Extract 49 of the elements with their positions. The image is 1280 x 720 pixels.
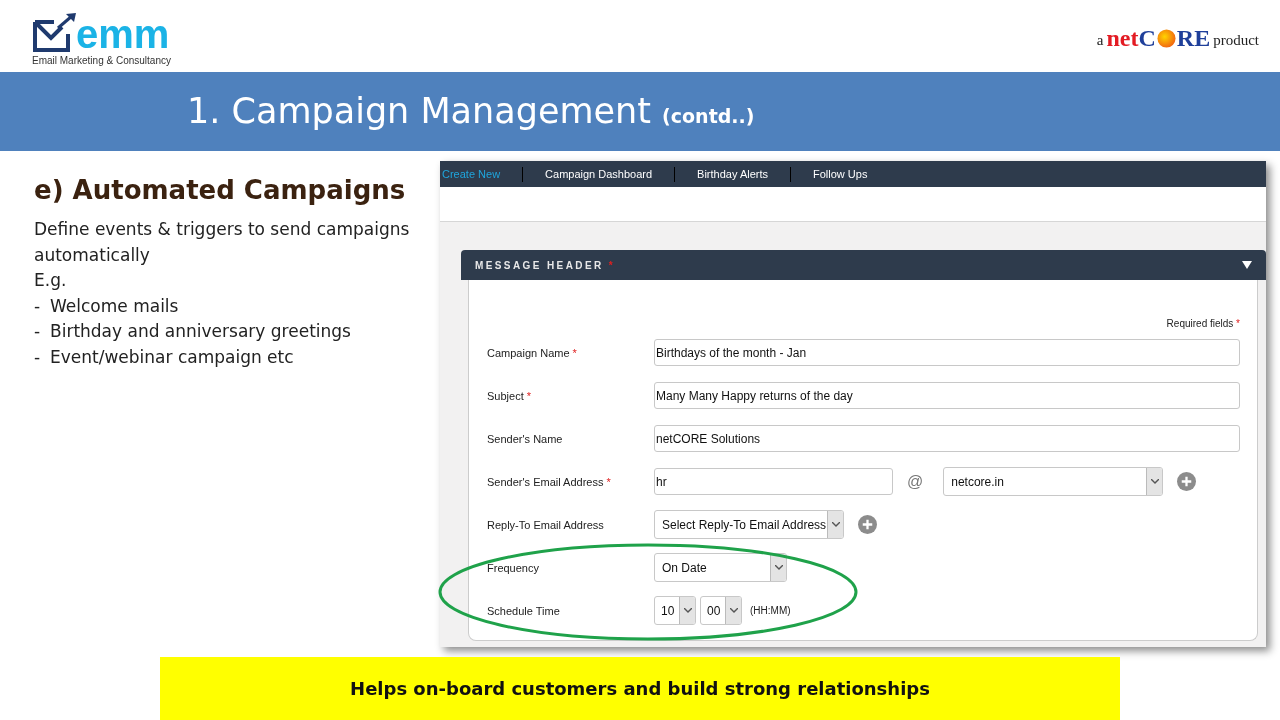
dropdown[interactable]: 00 [700,596,742,626]
chevron-icon [831,522,840,528]
required-note: Required fields * [1166,318,1240,330]
field-label: Subject * [487,389,533,402]
field-label: Frequency [487,561,540,574]
partner-brand-text: RE [1176,26,1211,50]
logo-tagline: Email Marketing & Consultancy [32,55,171,66]
field-label: Campaign Name * [487,346,578,359]
bullet-dash: - [34,320,42,344]
input-field[interactable]: Birthdays of the month - Jan [654,339,1240,367]
sun-icon [1156,28,1176,48]
bullet-dash: - [34,345,42,369]
nav-tab[interactable]: Birthday Alerts [675,168,790,181]
add-icon [1177,472,1197,492]
slide-title: 1. Campaign Management (contd..) [187,91,755,132]
banner-text: Helps on-board customers and build strong relationships [350,678,930,700]
dropdown[interactable]: netcore.in [943,467,1164,497]
nav-tab[interactable]: Follow Ups [791,168,890,181]
bullet-text: Event/webinar campaign etc [50,345,294,369]
partner-text: product [1213,31,1259,49]
partner-text: a [1096,31,1104,49]
format-hint: (HH:MM) [750,605,791,617]
nav-tab[interactable]: Create New [442,168,523,181]
input-field[interactable]: hr [654,468,893,496]
field-label: Schedule Time [487,604,561,617]
envelope-logo-icon [32,12,78,52]
input-field[interactable]: netCORE Solutions [654,425,1240,453]
chevron-icon [729,608,738,614]
nav-tab[interactable]: Campaign Dashboard [523,168,675,181]
bullet-text: Birthday and anniversary greetings [50,320,351,344]
dropdown[interactable]: 10 [654,596,696,626]
section-header[interactable]: MESSAGE HEADER * [461,250,1266,281]
input-field[interactable]: Many Many Happy returns of the day [654,382,1240,410]
dropdown[interactable]: Select Reply-To Email Address [654,510,844,540]
section-heading: e) Automated Campaigns [34,175,407,206]
partner-brand-text: netC [1106,26,1156,50]
dropdown[interactable]: On Date [654,553,787,583]
field-label: Sender's Name [487,432,564,445]
chevron-icon [1150,479,1159,485]
field-label: Sender's Email Address * [487,475,612,488]
field-label: Reply-To Email Address [487,518,605,531]
body-text: E.g. [34,269,68,293]
chevron-icon [683,608,692,614]
logo-text: emm [76,14,170,54]
bullet-dash: - [34,294,42,318]
body-text: Define events & triggers to send campaigns automatically [34,218,411,267]
at-sign: @ [907,472,924,491]
bullet-text: Welcome mails [50,294,179,318]
chevron-icon [774,565,783,571]
